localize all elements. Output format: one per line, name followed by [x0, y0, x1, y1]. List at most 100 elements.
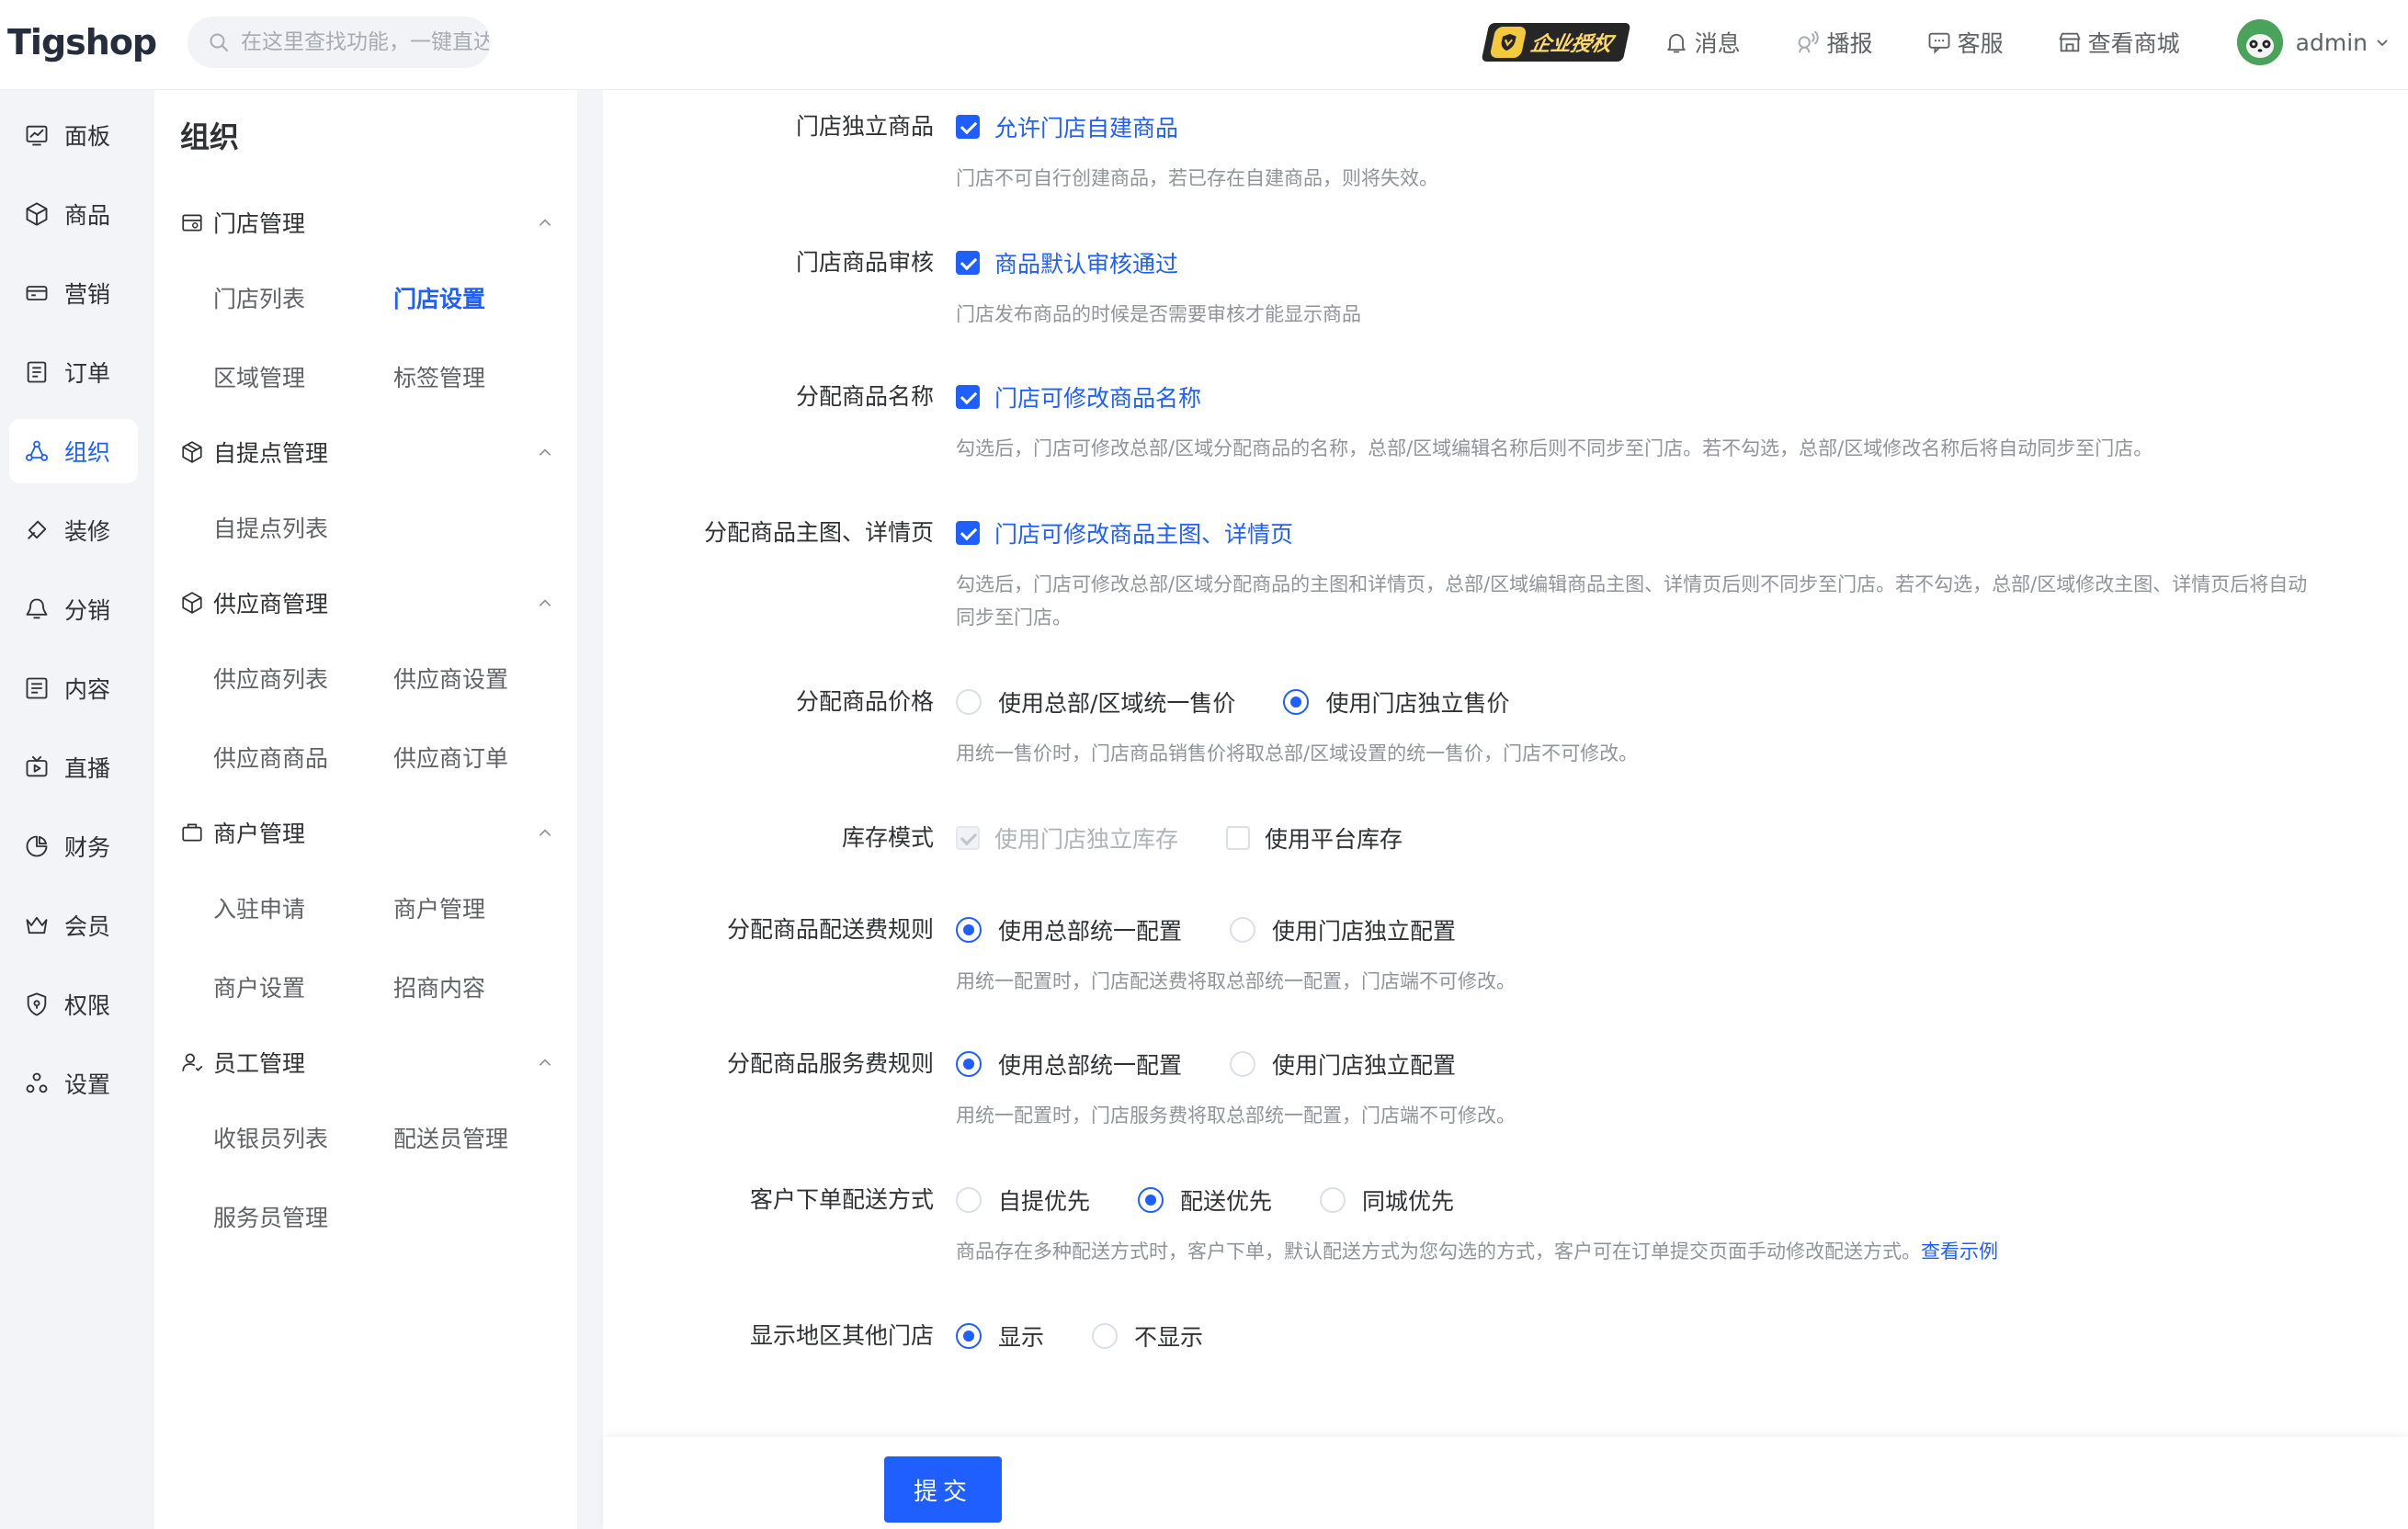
sidebar-item-decoration[interactable]: 装修 — [9, 498, 138, 562]
view-example-link[interactable]: 查看示例 — [1921, 1240, 1998, 1263]
submenu-link-supplier-list[interactable]: 供应商列表 — [213, 662, 328, 695]
decoration-icon — [28, 520, 47, 539]
user-menu[interactable]: admin — [2296, 29, 2390, 56]
checkbox-box — [956, 115, 980, 139]
chevron-up-icon — [539, 599, 551, 606]
live-icon — [26, 755, 48, 777]
submenu-link-tags[interactable]: 标签管理 — [393, 360, 485, 393]
sidebar-item-order[interactable]: 订单 — [9, 340, 138, 404]
submenu-link-merchant-settings[interactable]: 商户设置 — [213, 970, 305, 1003]
radio-hq-service-config[interactable]: 使用总部统一配置 — [956, 1048, 1182, 1081]
submenu-link-supplier-orders[interactable]: 供应商订单 — [393, 741, 508, 774]
submenu-link-cashier-list[interactable]: 收银员列表 — [213, 1121, 328, 1154]
sidebar-item-distribution[interactable]: 分销 — [9, 577, 138, 641]
radio-delivery-first[interactable]: 配送优先 — [1138, 1184, 1272, 1217]
radio-circle — [956, 1323, 982, 1349]
form-label: 分配商品名称 — [795, 383, 934, 410]
submenu-link-waiter-manage[interactable]: 服务员管理 — [213, 1200, 328, 1233]
submenu-link-pickup-list[interactable]: 自提点列表 — [213, 511, 328, 544]
organization-icon — [25, 440, 49, 461]
submenu-link-store-list[interactable]: 门店列表 — [213, 281, 305, 314]
sidebar-item-label: 面板 — [64, 123, 111, 150]
checkbox-auto-approve[interactable]: 商品默认审核通过 — [956, 246, 1178, 279]
checkbox-box — [956, 385, 980, 409]
sidebar-item-permission[interactable]: 权限 — [9, 972, 138, 1036]
radio-circle — [956, 1187, 982, 1213]
form-label: 库存模式 — [841, 824, 934, 851]
radio-unified-price[interactable]: 使用总部/区域统一售价 — [956, 685, 1235, 719]
radio-hide[interactable]: 不显示 — [1092, 1319, 1203, 1353]
supplier-icon — [182, 592, 202, 614]
option-label: 使用总部/区域统一售价 — [998, 690, 1236, 717]
submenu-group-supplier[interactable]: 供应商管理 — [180, 584, 566, 621]
search-box[interactable] — [187, 17, 491, 68]
permission-icon — [27, 992, 47, 1016]
submenu-link-supplier-products[interactable]: 供应商商品 — [213, 741, 328, 774]
search-input[interactable] — [241, 30, 489, 54]
option-label: 使用平台库存 — [1265, 826, 1403, 853]
form-hint: 门店不可自行创建商品，若已存在自建商品，则将失效。 — [956, 167, 1438, 189]
option-label: 使用门店独立配置 — [1272, 1052, 1457, 1079]
form-label: 分配商品服务费规则 — [726, 1050, 934, 1077]
license-shield-icon — [1488, 27, 1528, 58]
checkbox-box — [956, 251, 980, 275]
radio-local-first[interactable]: 同城优先 — [1320, 1184, 1454, 1217]
header-view-store[interactable]: 查看商城 — [2057, 26, 2180, 59]
sidebar-item-live[interactable]: 直播 — [9, 735, 138, 799]
bell-icon — [1666, 33, 1686, 53]
checkbox-edit-name[interactable]: 门店可修改商品名称 — [956, 380, 1201, 413]
sidebar-item-finance[interactable]: 财务 — [9, 814, 138, 878]
checkbox-edit-image[interactable]: 门店可修改商品主图、详情页 — [956, 516, 1293, 549]
sidebar-item-dashboard[interactable]: 面板 — [9, 103, 138, 167]
radio-store-service-config[interactable]: 使用门店独立配置 — [1230, 1048, 1456, 1081]
user-name: admin — [2295, 28, 2368, 56]
license-badge-text: 企业授权 — [1528, 33, 1614, 56]
radio-hq-delivery-config[interactable]: 使用总部统一配置 — [956, 913, 1182, 946]
submenu-group-staff[interactable]: 员工管理 — [180, 1044, 566, 1081]
header-broadcast-label: 播报 — [1826, 30, 1873, 57]
radio-independent-price[interactable]: 使用门店独立售价 — [1283, 685, 1509, 719]
submenu-link-recruit-content[interactable]: 招商内容 — [393, 970, 485, 1003]
sidebar-item-organization[interactable]: 组织 — [9, 419, 138, 483]
checkbox-platform-stock[interactable]: 使用平台库存 — [1226, 821, 1403, 855]
checkbox-independent-stock[interactable]: 使用门店独立库存 — [956, 821, 1178, 855]
submit-button[interactable]: 提交 — [884, 1456, 1002, 1523]
sidebar-item-settings[interactable]: 设置 — [9, 1051, 138, 1116]
option-label: 门店可修改商品主图、详情页 — [994, 521, 1294, 548]
radio-show[interactable]: 显示 — [956, 1319, 1044, 1353]
sidebar-item-content[interactable]: 内容 — [9, 656, 138, 720]
top-header: Tigshop 企业授权 消息 播报 客服 — [0, 0, 2408, 90]
checkbox-allow-self-product[interactable]: 允许门店自建商品 — [956, 110, 1178, 143]
submenu-link-courier-manage[interactable]: 配送员管理 — [393, 1121, 508, 1154]
store-icon — [2059, 32, 2081, 52]
form-footer: 提交 — [603, 1437, 2408, 1529]
radio-pickup-first[interactable]: 自提优先 — [956, 1184, 1090, 1217]
sidebar-item-label: 内容 — [64, 676, 111, 703]
submenu-group-label: 员工管理 — [213, 1050, 306, 1077]
submenu-group-merchant[interactable]: 商户管理 — [180, 814, 566, 851]
option-label: 使用总部统一配置 — [998, 918, 1183, 945]
license-badge[interactable]: 企业授权 — [1481, 23, 1631, 62]
submenu-link-apply[interactable]: 入驻申请 — [213, 891, 305, 924]
sidebar-item-member[interactable]: 会员 — [9, 893, 138, 957]
submenu-title: 组织 — [180, 119, 240, 154]
chevron-up-icon — [539, 219, 551, 226]
submenu-link-region[interactable]: 区域管理 — [213, 360, 305, 393]
header-messages[interactable]: 消息 — [1664, 26, 1741, 59]
header-customer-service[interactable]: 客服 — [1926, 26, 2004, 59]
sidebar-item-product[interactable]: 商品 — [9, 182, 138, 246]
option-label: 使用门店独立库存 — [994, 826, 1179, 853]
submenu-group-pickup[interactable]: 自提点管理 — [180, 434, 566, 470]
logo[interactable]: Tigshop — [7, 17, 157, 68]
option-label: 配送优先 — [1180, 1188, 1273, 1215]
sidebar-item-marketing[interactable]: 营销 — [9, 261, 138, 325]
submenu-group-store[interactable]: 门店管理 — [180, 204, 566, 241]
search-icon — [210, 33, 228, 51]
header-broadcast[interactable]: 播报 — [1794, 26, 1873, 59]
submenu-link-merchant-manage[interactable]: 商户管理 — [393, 891, 485, 924]
radio-store-delivery-config[interactable]: 使用门店独立配置 — [1230, 913, 1456, 946]
chevron-up-icon — [539, 448, 551, 456]
avatar[interactable] — [2236, 19, 2283, 65]
submenu-link-store-settings[interactable]: 门店设置 — [393, 281, 485, 314]
submenu-link-supplier-settings[interactable]: 供应商设置 — [393, 662, 508, 695]
